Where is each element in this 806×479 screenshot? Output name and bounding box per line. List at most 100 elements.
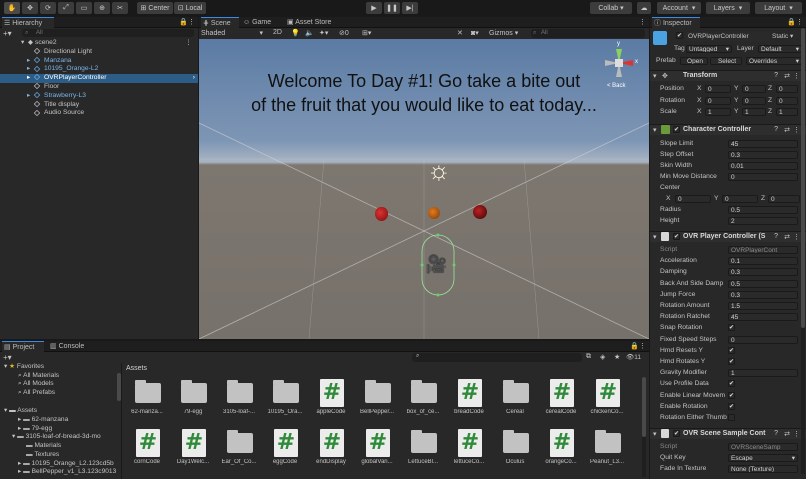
kebab-menu-icon[interactable]: ⋮ [639, 342, 646, 350]
assets-scrollbar[interactable] [642, 377, 646, 477]
tab-asset-store[interactable]: ▣ Asset Store [285, 17, 341, 28]
enabled-checkbox[interactable]: ✔ [673, 233, 680, 240]
kebab-menu-icon[interactable]: ⋮ [185, 39, 192, 48]
ovr-player-controller-header[interactable]: ▾ ✔ OVR Player Controller (S ? ⇄ ⋮ [650, 231, 806, 242]
transform-y-input[interactable]: 0 [742, 96, 766, 105]
ovr-scene-sample-header[interactable]: ▾ ✔ OVR Scene Sample Cont ? ⇄ ⋮ [650, 428, 806, 439]
script-field[interactable]: OVRSceneSamp [728, 443, 798, 451]
center-y-input[interactable]: 0 [722, 195, 758, 203]
kebab-menu-icon[interactable]: ⋮ [188, 18, 195, 26]
slope-limit-input[interactable]: 45 [728, 140, 798, 148]
min-move-distance-input[interactable]: 0 [728, 173, 798, 181]
orange-object[interactable] [428, 207, 440, 219]
preset-icon[interactable]: ⇄ [784, 233, 790, 241]
height-input[interactable]: 2 [728, 217, 798, 225]
asset-tile[interactable]: LettuceBl... [402, 427, 444, 467]
back-view-label[interactable]: < Back [607, 83, 626, 89]
grid-dropdown-icon[interactable]: ⊞▾ [362, 29, 371, 37]
lighting-toggle-icon[interactable]: 💡 [291, 29, 300, 37]
transform-x-input[interactable]: 1 [705, 108, 731, 116]
rotation-amount-input[interactable]: 1.5 [728, 302, 798, 310]
scrollbar-thumb[interactable] [642, 377, 646, 437]
rotate-tool-icon[interactable]: ⟳ [40, 2, 56, 14]
filter-type-icon[interactable]: ⧉ [586, 353, 591, 361]
acceleration-input[interactable]: 0.1 [728, 257, 798, 266]
gizmos-dropdown[interactable]: Gizmos ▾ [489, 29, 527, 37]
pivot-mode-button[interactable]: ⊞ Center [137, 2, 173, 14]
skin-width-input[interactable]: 0.01 [728, 162, 798, 170]
kebab-menu-icon[interactable]: ⋮ [793, 233, 800, 241]
tools-icon[interactable]: ✕ [457, 29, 463, 37]
custom-tool-icon[interactable]: ✂ [112, 2, 128, 14]
script-input[interactable]: OVRPlayerCont [728, 246, 798, 254]
hierarchy-item-audio-source[interactable]: Audio Source [0, 109, 198, 118]
asset-tile[interactable]: 3105-loaf-... [218, 377, 260, 417]
kebab-menu-icon[interactable]: ⋮ [793, 430, 800, 438]
step-button[interactable]: ▶| [402, 2, 418, 14]
kebab-menu-icon[interactable]: ⋮ [793, 72, 800, 80]
tab-scene[interactable]: ⋕ Scene [201, 17, 239, 28]
favorites-header[interactable]: ▾ ★ Favorites [4, 363, 44, 372]
kebab-menu-icon[interactable]: ⋮ [793, 126, 800, 134]
object-name-input[interactable]: OVRPlayerController [686, 32, 770, 41]
fixed-speed-steps-input[interactable]: 0 [728, 335, 798, 344]
create-plus-icon[interactable]: +▾ [3, 29, 12, 38]
favorite-item[interactable]: ⌕ All Prefabs [18, 389, 55, 398]
hierarchy-item-title-display[interactable]: Title display [0, 101, 198, 110]
preset-icon[interactable]: ⇄ [784, 72, 790, 80]
transform-tool-icon[interactable]: ⊕ [94, 2, 110, 14]
hidden-objects-icon[interactable]: ⊘0 [339, 29, 349, 37]
transform-z-input[interactable]: 0 [776, 96, 798, 105]
asset-tile[interactable]: 79-egg [172, 377, 214, 417]
damping-input[interactable]: 0.3 [728, 268, 798, 277]
asset-tile[interactable]: # chickenCo... [586, 377, 628, 417]
hidden-packages-badge[interactable]: 👁11 [626, 353, 641, 361]
hierarchy-item-floor[interactable]: Floor [0, 83, 198, 92]
tab-console[interactable]: ▥ Console [48, 341, 90, 352]
asset-tile[interactable]: BellPepper... [356, 377, 398, 417]
gravity-modifier-input[interactable]: 1 [728, 369, 798, 378]
center-x-input[interactable]: 0 [675, 195, 711, 203]
fade-texture-field[interactable]: None (Texture) [728, 465, 798, 473]
scene-search-input[interactable]: ⌕ All [531, 29, 645, 38]
preset-icon[interactable]: ⇄ [784, 126, 790, 134]
folder-tree-item[interactable]: ▸ ▬ BellPepper_v1_L3.123c9013 [18, 468, 116, 477]
cloud-icon[interactable]: ☁ [637, 2, 651, 14]
play-button[interactable]: ▶ [366, 2, 382, 14]
scene-viewport[interactable]: Welcome To Day #1! Go take a bite out of… [199, 39, 649, 339]
hierarchy-item-manzana[interactable]: ▸ Manzana [0, 57, 198, 66]
asset-tile[interactable]: Cereal [494, 377, 536, 417]
folder-tree-item[interactable]: ▸ ▬ 79-egg [18, 425, 52, 434]
kebab-menu-icon[interactable]: ⋮ [639, 18, 646, 26]
prefab-overrides-dropdown[interactable]: Overrides ▾ [746, 57, 802, 65]
project-search-input[interactable]: ⌕ [412, 353, 582, 362]
asset-tile[interactable]: 62-manza... [126, 377, 168, 417]
enable-linear-movement-checkbox[interactable]: ✔ [728, 391, 735, 399]
folder-tree-item[interactable]: ▸ ▬ 10195_Orange_L2.123cd5b [18, 460, 114, 469]
favorite-item[interactable]: ⌕ All Materials [18, 372, 59, 381]
scale-tool-icon[interactable]: ⤢ [58, 2, 74, 14]
transform-y-input[interactable]: 0 [742, 85, 766, 93]
layout-dropdown[interactable]: Layout ▾ [755, 2, 802, 14]
collab-button[interactable]: Collab ▾ [590, 2, 632, 14]
help-icon[interactable]: ? [774, 126, 778, 133]
hierarchy-search-input[interactable]: ⌕ All [22, 29, 194, 37]
apple-object[interactable] [473, 205, 487, 219]
tag-dropdown[interactable]: Untagged ▾ [686, 45, 732, 53]
shading-mode-dropdown[interactable]: Shaded ▾ [201, 29, 265, 38]
snap-rotation-checkbox[interactable]: ✔ [728, 324, 735, 332]
center-z-input[interactable]: 0 [768, 195, 800, 203]
2d-toggle[interactable]: 2D [273, 29, 282, 36]
assets-breadcrumb[interactable]: Assets [126, 365, 147, 372]
tab-project[interactable]: ▤ Project [2, 341, 44, 352]
create-plus-icon[interactable]: +▾ [3, 353, 12, 362]
enabled-checkbox[interactable]: ✔ [673, 430, 680, 437]
camera-icon[interactable]: ◙▾ [471, 29, 479, 37]
move-tool-icon[interactable]: ✥ [22, 2, 38, 14]
asset-tile[interactable]: box_of_ce... [402, 377, 444, 417]
rotation-either-thumb-checkbox[interactable] [728, 414, 735, 421]
active-checkbox[interactable]: ✔ [676, 32, 683, 39]
prefab-open-button[interactable]: Open [680, 57, 708, 65]
asset-tile[interactable]: # orangeCo... [540, 427, 582, 467]
asset-tile[interactable]: # breadCode [448, 377, 490, 417]
